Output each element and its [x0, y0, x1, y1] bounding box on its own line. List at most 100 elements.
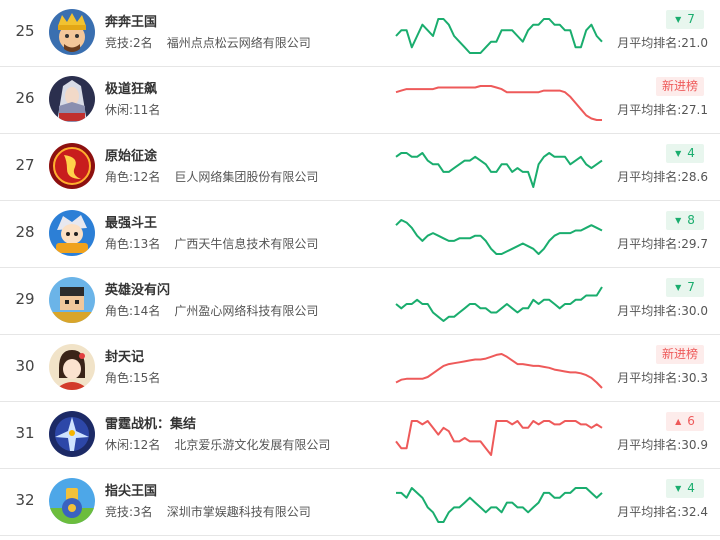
down-arrow-icon: ▼: [675, 216, 682, 225]
rank-change-value: 4: [687, 146, 695, 160]
king-avatar-icon[interactable]: [49, 9, 95, 55]
down-arrow-icon: ▼: [675, 149, 682, 158]
rank-number: 28: [15, 223, 35, 241]
sparkline-path: [395, 420, 603, 456]
monthly-average-rank: 月平均排名:32.4: [617, 505, 708, 519]
publisher-name: 北京爱乐游文化发展有限公司: [174, 438, 331, 452]
category-rank: 休闲:12名: [105, 438, 161, 452]
category-rank: 角色:13名: [105, 237, 161, 251]
jet-fighter-icon[interactable]: [49, 411, 95, 457]
heroine-avatar-icon[interactable]: [49, 344, 95, 390]
rank-change-badge: ▼ 7: [666, 278, 704, 297]
publisher-name: 广州盈心网络科技有限公司: [174, 304, 319, 318]
sparkline-path: [395, 85, 602, 121]
category-rank: 竞技:2名: [105, 36, 153, 50]
game-title[interactable]: 雷霆战机：集结: [105, 413, 196, 432]
rank-trend-sparkline: [396, 487, 603, 523]
category-rank: 角色:12名: [105, 170, 161, 184]
game-meta: 竞技:2名 福州点点松云网络有限公司: [105, 34, 311, 51]
category-rank: 休闲:11名: [105, 103, 161, 117]
rank-trend-sparkline: [395, 420, 603, 456]
game-title[interactable]: 奔奔王国: [105, 11, 157, 30]
rank-trend-sparkline: [395, 286, 603, 322]
game-title[interactable]: 原始征途: [105, 145, 157, 164]
ranking-row[interactable]: 30 封天记 角色:15名 新进榜 月平均排名:30.3: [0, 335, 720, 402]
rank-number: 25: [15, 22, 35, 40]
down-arrow-icon: ▼: [675, 15, 682, 24]
game-meta: 角色:13名 广西天牛信息技术有限公司: [105, 235, 318, 252]
monthly-average-rank: 月平均排名:28.6: [617, 170, 708, 184]
monthly-average-rank: 月平均排名:30.3: [617, 371, 708, 385]
rank-trend-sparkline: [395, 85, 602, 121]
sparkline-path: [395, 353, 603, 389]
cannon-kingdom-icon[interactable]: [49, 478, 95, 524]
game-meta: 角色:12名 巨人网络集团股份有限公司: [105, 168, 318, 185]
rank-change-badge: ▼ 8: [666, 211, 704, 230]
pixel-hero-icon[interactable]: [49, 277, 95, 323]
rank-trend-sparkline: [395, 219, 603, 255]
monthly-average-rank: 月平均排名:30.0: [617, 304, 708, 318]
rank-change-value: 新进榜: [661, 79, 698, 93]
rank-trend-sparkline: [395, 152, 603, 188]
ranking-row[interactable]: 32 指尖王国 竞技:3名 深圳市掌娱趣科技有限公司 ▼ 4 月平均排名:32.4: [0, 469, 720, 536]
sparkline-path: [396, 487, 603, 523]
game-title[interactable]: 极道狂飙: [105, 78, 157, 97]
game-title[interactable]: 指尖王国: [105, 480, 157, 499]
rank-change-badge: 新进榜: [655, 345, 704, 364]
publisher-name: 深圳市掌娱趣科技有限公司: [166, 505, 311, 519]
ranking-row[interactable]: 27 原始征途 角色:12名 巨人网络集团股份有限公司 ▼ 4 月平均排名:28.6: [0, 134, 720, 201]
sparkline-path: [395, 18, 603, 54]
game-meta: 角色:14名 广州盈心网络科技有限公司: [105, 302, 318, 319]
rank-number: 32: [15, 491, 35, 509]
monthly-average-rank: 月平均排名:27.1: [617, 103, 708, 117]
rank-number: 26: [15, 89, 35, 107]
game-title[interactable]: 最强斗王: [105, 212, 157, 231]
rank-change-badge: ▲ 6: [666, 412, 704, 431]
rank-change-value: 8: [687, 213, 695, 227]
up-arrow-icon: ▲: [675, 417, 682, 426]
game-meta: 休闲:12名 北京爱乐游文化发展有限公司: [105, 436, 330, 453]
ranking-row[interactable]: 28 最强斗王 角色:13名 广西天牛信息技术有限公司 ▼ 8 月平均排名:29.7: [0, 201, 720, 268]
rank-change-badge: 新进榜: [655, 77, 704, 96]
publisher-name: 巨人网络集团股份有限公司: [174, 170, 319, 184]
rank-change-badge: ▼ 7: [666, 10, 704, 29]
category-rank: 角色:14名: [105, 304, 161, 318]
rank-change-badge: ▼ 4: [666, 144, 704, 163]
monthly-average-rank: 月平均排名:30.9: [617, 438, 708, 452]
category-rank: 角色:15名: [105, 371, 161, 385]
game-meta: 角色:15名: [105, 369, 174, 386]
rank-change-value: 7: [687, 12, 695, 26]
down-arrow-icon: ▼: [675, 283, 682, 292]
warrior-avatar-icon[interactable]: [49, 76, 95, 122]
fighter-avatar-icon[interactable]: [49, 210, 95, 256]
rank-change-badge: ▼ 4: [666, 479, 704, 498]
game-meta: 休闲:11名: [105, 101, 174, 118]
rank-number: 31: [15, 424, 35, 442]
sparkline-path: [395, 219, 603, 255]
monthly-average-rank: 月平均排名:29.7: [617, 237, 708, 251]
publisher-name: 广西天牛信息技术有限公司: [174, 237, 319, 251]
ranking-row[interactable]: 26 极道狂飙 休闲:11名 新进榜 月平均排名:27.1: [0, 67, 720, 134]
monthly-average-rank: 月平均排名:21.0: [617, 36, 708, 50]
rank-change-value: 7: [687, 280, 695, 294]
rank-change-value: 4: [687, 481, 695, 495]
ranking-row[interactable]: 29 英雄没有闪 角色:14名 广州盈心网络科技有限公司 ▼ 7 月平均排名:30.…: [0, 268, 720, 335]
publisher-name: 福州点点松云网络有限公司: [166, 36, 311, 50]
rank-number: 27: [15, 156, 35, 174]
down-arrow-icon: ▼: [675, 484, 682, 493]
red-emblem-icon[interactable]: [49, 143, 95, 189]
game-meta: 竞技:3名 深圳市掌娱趣科技有限公司: [105, 503, 311, 520]
ranking-row[interactable]: 25 奔奔王国 竞技:2名 福州点点松云网络有限公司 ▼ 7 月平均排名:21.0: [0, 0, 720, 67]
rank-trend-sparkline: [395, 353, 603, 389]
sparkline-path: [395, 286, 603, 322]
rank-number: 30: [15, 357, 35, 375]
game-title[interactable]: 英雄没有闪: [105, 279, 170, 298]
rank-number: 29: [15, 290, 35, 308]
rank-trend-sparkline: [395, 18, 603, 54]
ranking-row[interactable]: 31 雷霆战机：集结 休闲:12名 北京爱乐游文化发展有限公司 ▲ 6 月平均排名:…: [0, 402, 720, 469]
rank-change-value: 6: [687, 414, 695, 428]
category-rank: 竞技:3名: [105, 505, 153, 519]
game-title[interactable]: 封天记: [105, 346, 144, 365]
rank-change-value: 新进榜: [661, 347, 698, 361]
sparkline-path: [395, 152, 603, 188]
